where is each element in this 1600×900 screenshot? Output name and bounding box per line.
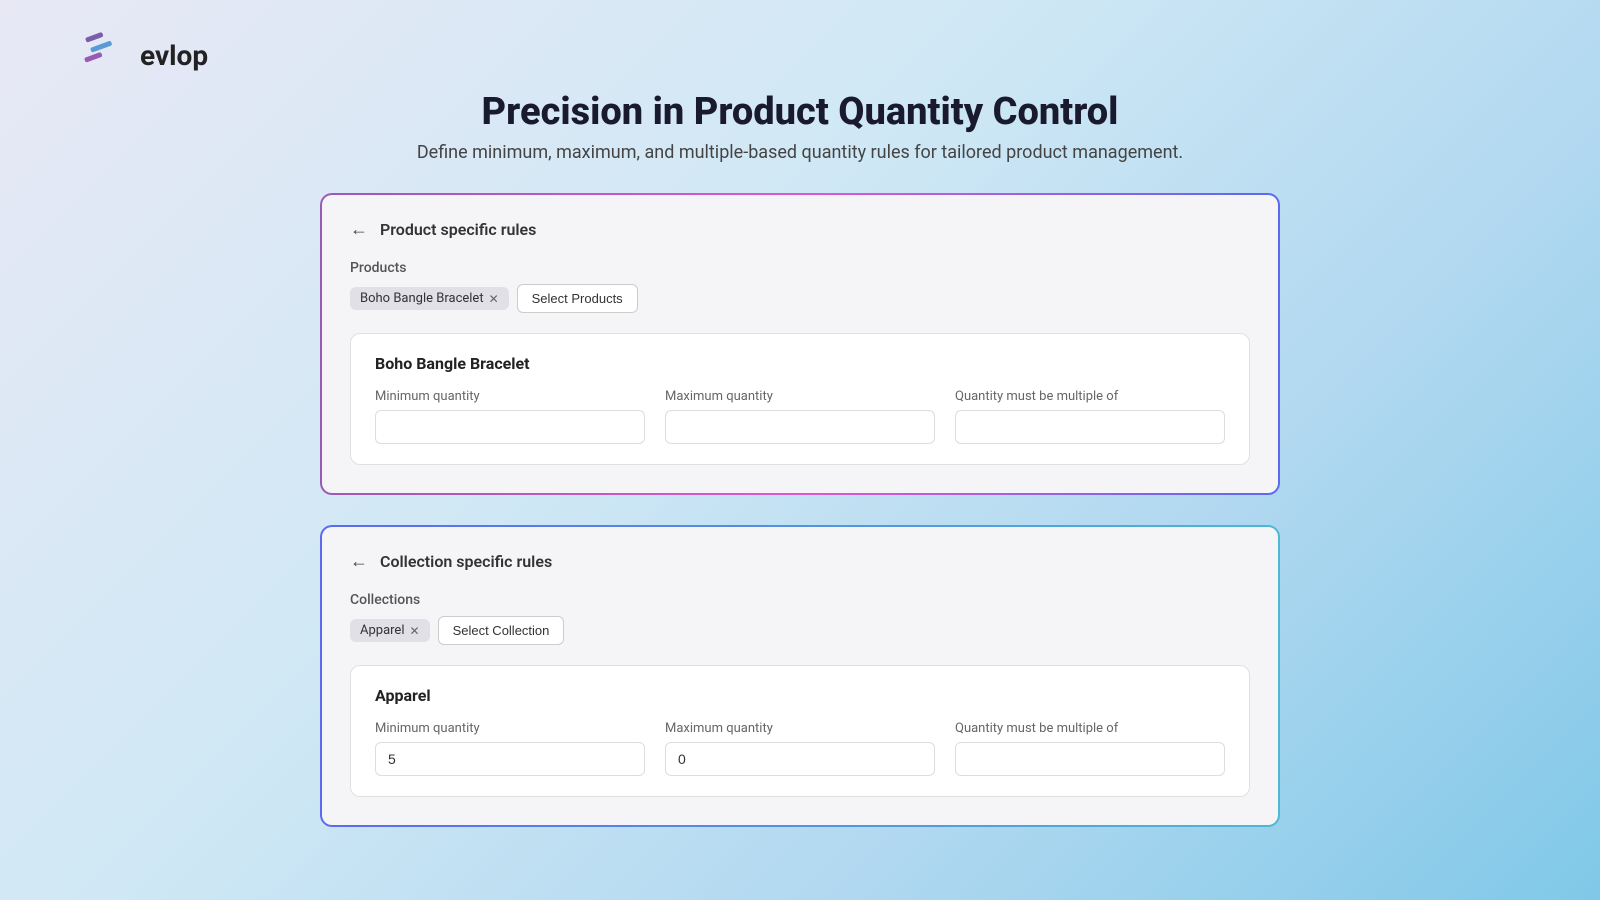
product-tag-close[interactable]: ✕	[489, 292, 499, 306]
product-multiple-field: Quantity must be multiple of	[955, 389, 1225, 444]
product-back-button[interactable]: ←	[350, 219, 368, 240]
collection-tag-row: Apparel ✕ Select Collection	[350, 616, 1250, 645]
product-tag-row: Boho Bangle Bracelet ✕ Select Products	[350, 284, 1250, 313]
product-section-label: Products	[350, 260, 1250, 276]
collection-min-label: Minimum quantity	[375, 721, 645, 736]
collection-name: Apparel	[375, 686, 1225, 705]
select-products-button[interactable]: Select Products	[517, 284, 638, 313]
collection-multiple-input[interactable]	[955, 742, 1225, 776]
product-card-wrapper: ← Product specific rules Products Boho B…	[320, 193, 1280, 495]
collection-card: ← Collection specific rules Collections …	[322, 527, 1278, 825]
product-min-input[interactable]	[375, 410, 645, 444]
collection-tag: Apparel ✕	[350, 619, 430, 642]
collection-quantity-row: Minimum quantity Maximum quantity Quanti…	[375, 721, 1225, 776]
page-subtitle: Define minimum, maximum, and multiple-ba…	[417, 142, 1183, 163]
product-min-label: Minimum quantity	[375, 389, 645, 404]
product-card-title: Product specific rules	[380, 220, 536, 239]
cards-container: ← Product specific rules Products Boho B…	[320, 193, 1280, 827]
product-tag: Boho Bangle Bracelet ✕	[350, 287, 509, 310]
product-quantity-row: Minimum quantity Maximum quantity Quanti…	[375, 389, 1225, 444]
product-card-header: ← Product specific rules	[350, 219, 1250, 240]
evlop-logo-icon	[80, 30, 130, 80]
product-max-input[interactable]	[665, 410, 935, 444]
collection-min-input[interactable]	[375, 742, 645, 776]
collection-max-input[interactable]	[665, 742, 935, 776]
product-name: Boho Bangle Bracelet	[375, 354, 1225, 373]
collection-tag-label: Apparel	[360, 623, 405, 638]
collection-back-button[interactable]: ←	[350, 551, 368, 572]
logo-text: evlop	[140, 39, 208, 72]
product-multiple-input[interactable]	[955, 410, 1225, 444]
logo-row: evlop	[80, 30, 208, 80]
collection-max-label: Maximum quantity	[665, 721, 935, 736]
page-title: Precision in Product Quantity Control	[482, 90, 1119, 134]
collection-min-field: Minimum quantity	[375, 721, 645, 776]
collection-max-field: Maximum quantity	[665, 721, 935, 776]
collection-card-wrapper: ← Collection specific rules Collections …	[320, 525, 1280, 827]
collection-section-label: Collections	[350, 592, 1250, 608]
product-tag-label: Boho Bangle Bracelet	[360, 291, 484, 306]
select-collection-button[interactable]: Select Collection	[438, 616, 565, 645]
collection-tag-close[interactable]: ✕	[410, 624, 420, 638]
collection-details-card: Apparel Minimum quantity Maximum quantit…	[350, 665, 1250, 797]
collection-card-title: Collection specific rules	[380, 552, 552, 571]
product-card: ← Product specific rules Products Boho B…	[322, 195, 1278, 493]
product-details-card: Boho Bangle Bracelet Minimum quantity Ma…	[350, 333, 1250, 465]
product-max-field: Maximum quantity	[665, 389, 935, 444]
collection-card-header: ← Collection specific rules	[350, 551, 1250, 572]
product-min-field: Minimum quantity	[375, 389, 645, 444]
product-multiple-label: Quantity must be multiple of	[955, 389, 1225, 404]
collection-multiple-label: Quantity must be multiple of	[955, 721, 1225, 736]
collection-multiple-field: Quantity must be multiple of	[955, 721, 1225, 776]
product-max-label: Maximum quantity	[665, 389, 935, 404]
page-header: evlop Precision in Product Quantity Cont…	[40, 30, 1560, 163]
